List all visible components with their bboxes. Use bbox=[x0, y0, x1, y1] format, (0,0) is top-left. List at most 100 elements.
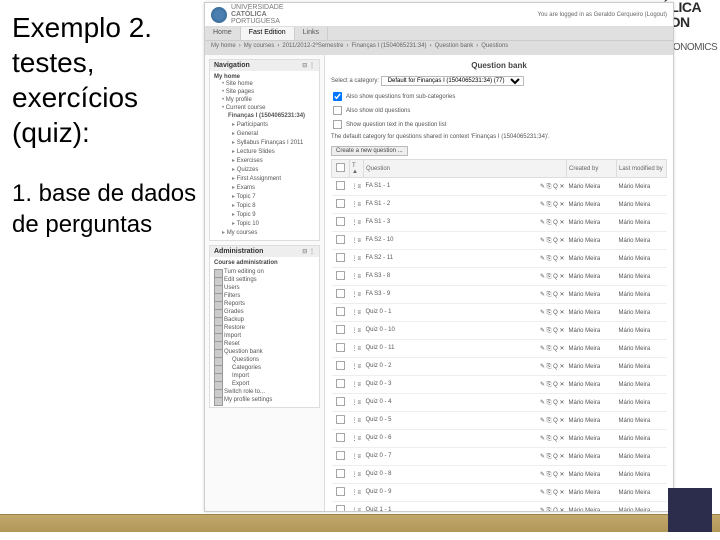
question-name[interactable]: FA S1 - 2 ✎ ⎘ Q ✕ bbox=[364, 196, 567, 214]
row-actions[interactable]: ✎ ⎘ Q ✕ bbox=[540, 507, 565, 512]
row-checkbox[interactable] bbox=[335, 199, 344, 208]
admin-qbank-item[interactable]: Export bbox=[214, 380, 315, 388]
row-actions[interactable]: ✎ ⎘ Q ✕ bbox=[540, 309, 565, 317]
question-name[interactable]: Quiz 0 - 3 ✎ ⎘ Q ✕ bbox=[364, 376, 567, 394]
crumb-item[interactable]: My courses bbox=[244, 43, 275, 53]
tab-links[interactable]: Links bbox=[295, 27, 328, 40]
nav-section[interactable]: Topic 8 bbox=[214, 201, 315, 210]
row-actions[interactable]: ✎ ⎘ Q ✕ bbox=[540, 183, 565, 191]
question-name[interactable]: Quiz 0 - 6 ✎ ⎘ Q ✕ bbox=[364, 430, 567, 448]
row-actions[interactable]: ✎ ⎘ Q ✕ bbox=[540, 363, 565, 371]
nav-mycourses[interactable]: My courses bbox=[214, 228, 315, 237]
question-name[interactable]: Quiz 0 - 2 ✎ ⎘ Q ✕ bbox=[364, 358, 567, 376]
row-checkbox[interactable] bbox=[335, 487, 344, 496]
th-created[interactable]: Created by bbox=[567, 160, 617, 178]
login-status[interactable]: You are logged in as Geraldo Cerqueiro (… bbox=[537, 12, 667, 18]
question-name[interactable]: FA S2 - 10 ✎ ⎘ Q ✕ bbox=[364, 232, 567, 250]
collapse-icon[interactable]: ⊟ ⋮ bbox=[302, 248, 315, 255]
chk-subcategories[interactable] bbox=[333, 92, 342, 101]
row-checkbox[interactable] bbox=[335, 469, 344, 478]
admin-qbank-item[interactable]: Categories bbox=[214, 364, 315, 372]
nav-section[interactable]: General bbox=[214, 129, 315, 138]
question-name[interactable]: Quiz 0 - 9 ✎ ⎘ Q ✕ bbox=[364, 484, 567, 502]
admin-item[interactable]: Backup bbox=[214, 316, 315, 324]
nav-section[interactable]: Topic 10 bbox=[214, 219, 315, 228]
row-checkbox[interactable] bbox=[335, 181, 344, 190]
tab-fast-edition[interactable]: Fast Edition bbox=[241, 27, 295, 40]
nav-item[interactable]: Current course bbox=[214, 104, 315, 112]
nav-item[interactable]: Site pages bbox=[214, 88, 315, 96]
nav-section[interactable]: Topic 9 bbox=[214, 210, 315, 219]
row-checkbox[interactable] bbox=[335, 505, 344, 511]
row-actions[interactable]: ✎ ⎘ Q ✕ bbox=[540, 471, 565, 479]
row-actions[interactable]: ✎ ⎘ Q ✕ bbox=[540, 219, 565, 227]
admin-item[interactable]: Users bbox=[214, 284, 315, 292]
row-checkbox[interactable] bbox=[335, 379, 344, 388]
nav-course[interactable]: Finanças I (1504065231:34) bbox=[214, 112, 315, 120]
chk-old-questions[interactable] bbox=[333, 106, 342, 115]
admin-item[interactable]: Filters bbox=[214, 292, 315, 300]
nav-item[interactable]: My profile bbox=[214, 96, 315, 104]
row-checkbox[interactable] bbox=[335, 235, 344, 244]
nav-section[interactable]: Exercises bbox=[214, 156, 315, 165]
question-name[interactable]: FA S1 - 3 ✎ ⎘ Q ✕ bbox=[364, 214, 567, 232]
row-checkbox[interactable] bbox=[335, 451, 344, 460]
th-type[interactable]: T ▲ bbox=[350, 160, 364, 178]
admin-item[interactable]: Import bbox=[214, 332, 315, 340]
question-name[interactable]: Quiz 0 - 1 ✎ ⎘ Q ✕ bbox=[364, 304, 567, 322]
nav-section[interactable]: Topic 7 bbox=[214, 192, 315, 201]
row-actions[interactable]: ✎ ⎘ Q ✕ bbox=[540, 327, 565, 335]
row-actions[interactable]: ✎ ⎘ Q ✕ bbox=[540, 345, 565, 353]
nav-section[interactable]: Exams bbox=[214, 183, 315, 192]
crumb-item[interactable]: Question bank bbox=[435, 43, 474, 53]
tab-home[interactable]: Home bbox=[205, 27, 241, 40]
admin-qbank-item[interactable]: Import bbox=[214, 372, 315, 380]
row-actions[interactable]: ✎ ⎘ Q ✕ bbox=[540, 417, 565, 425]
crumb-item[interactable]: 2011/2012-2ºSemestre bbox=[282, 43, 343, 53]
row-actions[interactable]: ✎ ⎘ Q ✕ bbox=[540, 237, 565, 245]
row-checkbox[interactable] bbox=[335, 325, 344, 334]
question-name[interactable]: Quiz 0 - 11 ✎ ⎘ Q ✕ bbox=[364, 340, 567, 358]
nav-section[interactable]: Lecture Slides bbox=[214, 147, 315, 156]
new-question-button[interactable]: Create a new question ... bbox=[331, 146, 408, 156]
row-actions[interactable]: ✎ ⎘ Q ✕ bbox=[540, 255, 565, 263]
row-checkbox[interactable] bbox=[335, 415, 344, 424]
row-actions[interactable]: ✎ ⎘ Q ✕ bbox=[540, 201, 565, 209]
collapse-icon[interactable]: ⊟ ⋮ bbox=[302, 62, 315, 69]
crumb-item[interactable]: Questions bbox=[481, 43, 508, 53]
row-actions[interactable]: ✎ ⎘ Q ✕ bbox=[540, 273, 565, 281]
row-actions[interactable]: ✎ ⎘ Q ✕ bbox=[540, 435, 565, 443]
nav-section[interactable]: First Assignment bbox=[214, 174, 315, 183]
question-name[interactable]: Quiz 0 - 8 ✎ ⎘ Q ✕ bbox=[364, 466, 567, 484]
question-name[interactable]: FA S3 - 8 ✎ ⎘ Q ✕ bbox=[364, 268, 567, 286]
crumb-item[interactable]: Finanças I (1504065231:34) bbox=[352, 43, 427, 53]
question-name[interactable]: Quiz 0 - 4 ✎ ⎘ Q ✕ bbox=[364, 394, 567, 412]
row-checkbox[interactable] bbox=[335, 217, 344, 226]
nav-section[interactable]: Participants bbox=[214, 120, 315, 129]
question-name[interactable]: Quiz 0 - 10 ✎ ⎘ Q ✕ bbox=[364, 322, 567, 340]
question-name[interactable]: Quiz 0 - 5 ✎ ⎘ Q ✕ bbox=[364, 412, 567, 430]
question-name[interactable]: FA S2 - 11 ✎ ⎘ Q ✕ bbox=[364, 250, 567, 268]
admin-head[interactable]: Course administration bbox=[214, 260, 315, 266]
row-actions[interactable]: ✎ ⎘ Q ✕ bbox=[540, 453, 565, 461]
row-checkbox[interactable] bbox=[335, 433, 344, 442]
th-checkbox[interactable] bbox=[332, 160, 350, 178]
admin-qbank[interactable]: Question bank bbox=[214, 348, 315, 356]
nav-item[interactable]: Site home bbox=[214, 80, 315, 88]
question-name[interactable]: Quiz 1 - 1 ✎ ⎘ Q ✕ bbox=[364, 502, 567, 512]
row-actions[interactable]: ✎ ⎘ Q ✕ bbox=[540, 399, 565, 407]
admin-extra[interactable]: My profile settings bbox=[214, 396, 315, 404]
admin-item[interactable]: Edit settings bbox=[214, 276, 315, 284]
admin-item[interactable]: Turn editing on bbox=[214, 268, 315, 276]
row-actions[interactable]: ✎ ⎘ Q ✕ bbox=[540, 381, 565, 389]
chk-show-text[interactable] bbox=[333, 120, 342, 129]
row-actions[interactable]: ✎ ⎘ Q ✕ bbox=[540, 489, 565, 497]
row-checkbox[interactable] bbox=[335, 397, 344, 406]
crumb-item[interactable]: My home bbox=[211, 43, 236, 53]
admin-qbank-item[interactable]: Questions bbox=[214, 356, 315, 364]
admin-item[interactable]: Reset bbox=[214, 340, 315, 348]
row-checkbox[interactable] bbox=[335, 361, 344, 370]
admin-extra[interactable]: Switch role to... bbox=[214, 388, 315, 396]
th-modified[interactable]: Last modified by bbox=[617, 160, 667, 178]
question-name[interactable]: Quiz 0 - 7 ✎ ⎘ Q ✕ bbox=[364, 448, 567, 466]
